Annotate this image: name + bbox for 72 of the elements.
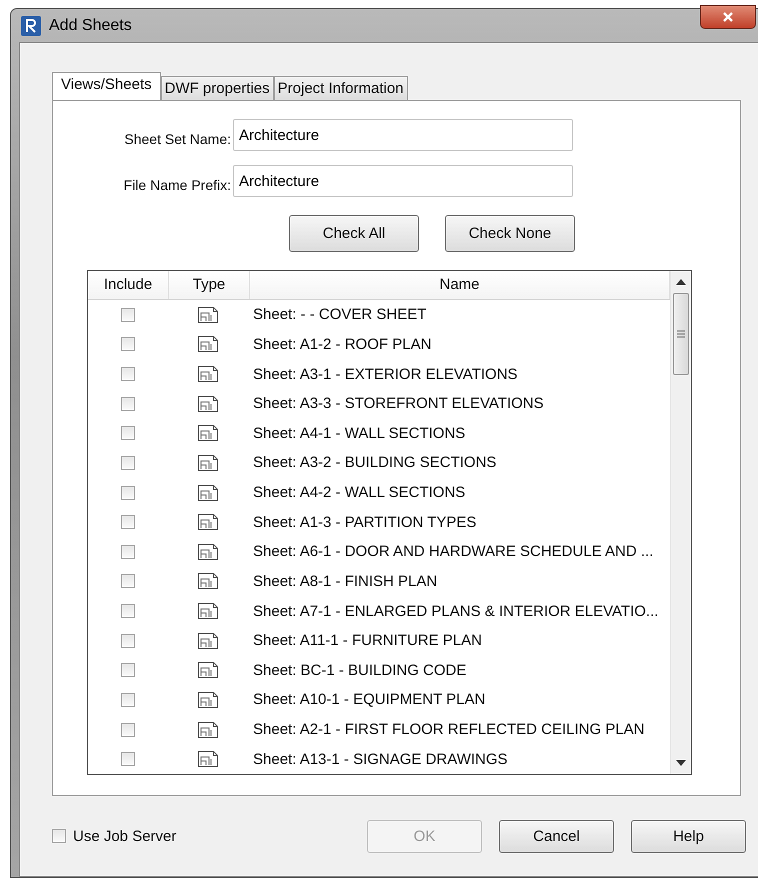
sheet-icon (197, 424, 219, 442)
check-button[interactable]: Check None (445, 215, 575, 252)
table-cell-text: Sheet: A1-3 - PARTITION TYPES (252, 514, 478, 531)
table-cell-text: Sheet: A3-2 - BUILDING SECTIONS (252, 454, 498, 472)
checkbox[interactable] (121, 722, 135, 736)
sheet-icon (197, 720, 219, 738)
checkbox[interactable] (121, 456, 135, 470)
table-cell-text: Sheet: - - COVER SHEET (252, 306, 428, 324)
checkbox[interactable] (121, 692, 135, 707)
field-label: File Name Prefix: (122, 177, 232, 193)
checkbox[interactable] (121, 308, 135, 322)
table-cell-text: Sheet: A6-1 - DOOR AND HARDWARE SCHEDULE AND ... (252, 543, 654, 560)
checkbox[interactable] (121, 426, 135, 440)
sheet-icon (197, 542, 219, 561)
checkbox[interactable] (121, 515, 135, 530)
sheet-icon (197, 602, 219, 620)
sheet-icon (197, 661, 219, 680)
checkbox[interactable] (121, 574, 135, 588)
sheet-icon (197, 306, 219, 324)
dialog-button[interactable]: Cancel (499, 820, 614, 852)
column-header[interactable]: Type (169, 271, 250, 299)
checkbox[interactable] (121, 634, 135, 648)
field-label: Sheet Set Name: (123, 131, 232, 147)
tab[interactable]: DWF properties (160, 76, 274, 100)
close-icon (722, 11, 734, 23)
sheet-icon (197, 365, 219, 383)
scrollbar[interactable] (670, 271, 691, 774)
table-cell-text: Sheet: A8-1 - FINISH PLAN (252, 572, 438, 590)
table-cell-text: Sheet: A2-1 - FIRST FLOOR REFLECTED CEILING PLAN (252, 721, 646, 738)
sheet-icon (197, 513, 219, 532)
close-button[interactable] (700, 5, 756, 29)
dialog-button[interactable]: Help (631, 820, 746, 852)
table-cell-text: Sheet: A3-3 - STOREFRONT ELEVATIONS (252, 395, 545, 412)
table-cell-text: Sheet: A10-1 - EQUIPMENT PLAN (252, 691, 486, 708)
checkbox-label: Use Job Server (73, 828, 176, 844)
app-logo-icon (21, 16, 41, 36)
checkbox[interactable] (121, 752, 135, 766)
table-cell-text: Sheet: A1-2 - ROOF PLAN (252, 336, 432, 353)
up-arrow-icon (676, 279, 686, 285)
table-cell-text: Sheet: A4-1 - WALL SECTIONS (252, 424, 466, 442)
table-cell-text: Sheet: A3-1 - EXTERIOR ELEVATIONS (252, 366, 519, 382)
window-title: Add Sheets (49, 16, 132, 34)
table-cell-text: Sheet: A7-1 - ENLARGED PLANS & INTERIOR ELEVATIO... (252, 602, 660, 620)
tab[interactable]: Views/Sheets (52, 72, 161, 100)
checkbox[interactable] (121, 337, 135, 352)
sheet-icon (197, 335, 219, 354)
checkbox[interactable] (121, 486, 135, 500)
sheet-icon (197, 750, 219, 768)
table-cell-text: Sheet: BC-1 - BUILDING CODE (252, 662, 468, 679)
sheet-icon (197, 484, 219, 502)
tab[interactable]: Project Information (274, 76, 408, 100)
checkbox[interactable] (121, 663, 135, 678)
checkbox[interactable] (121, 544, 135, 559)
scroll-thumb[interactable] (673, 293, 689, 375)
checkbox[interactable] (121, 396, 135, 411)
table-cell-text: Sheet: A13-1 - SIGNAGE DRAWINGS (252, 750, 509, 768)
input-field[interactable]: Architecture (233, 165, 573, 197)
sheet-icon (197, 454, 219, 472)
sheet-icon (197, 572, 219, 590)
grip-icon (677, 330, 685, 338)
down-arrow-icon (676, 760, 686, 766)
column-header[interactable]: Include (88, 271, 169, 299)
sheet-icon (197, 394, 219, 413)
checkbox[interactable] (121, 604, 135, 618)
checkbox[interactable] (121, 367, 135, 381)
checkbox[interactable] (52, 829, 66, 843)
input-field[interactable]: Architecture (233, 119, 573, 151)
sheet-icon (197, 632, 219, 650)
table-cell-text: Sheet: A4-2 - WALL SECTIONS (252, 484, 466, 501)
table-cell-text: Sheet: A11-1 - FURNITURE PLAN (252, 632, 483, 650)
sheet-icon (197, 690, 219, 709)
check-button[interactable]: Check All (289, 215, 419, 252)
